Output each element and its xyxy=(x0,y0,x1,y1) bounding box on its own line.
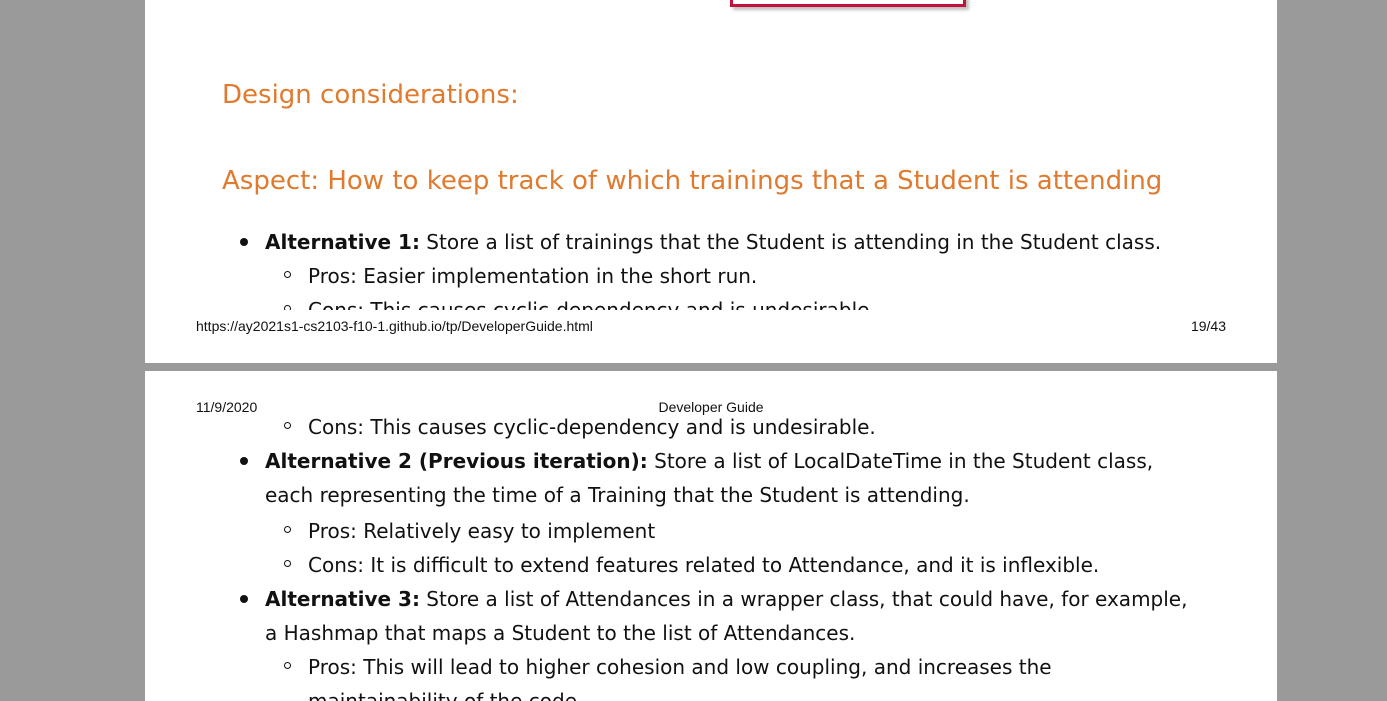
alternative-1-label: Alternative 1: xyxy=(265,230,420,254)
page-20-content: .nobullet::before{display:none;} Cons: T… xyxy=(145,371,1277,701)
alternative-1-sublist: Pros: Easier implementation in the short… xyxy=(265,259,1197,310)
page-19-content: Alternative 1: Store a list of trainings… xyxy=(145,225,1277,310)
diagram-figure-bottom xyxy=(730,0,966,7)
list-item-alternative-2: Alternative 2 (Previous iteration): Stor… xyxy=(145,444,1277,582)
alternative-1-pros: Pros: Easier implementation in the short… xyxy=(265,259,1197,293)
list-item-alternative-3: Alternative 3: Store a list of Attendanc… xyxy=(145,582,1277,701)
alternatives-list: Alternative 1: Store a list of trainings… xyxy=(145,225,1277,310)
list-item-alternative-1: Alternative 1: Store a list of trainings… xyxy=(145,225,1277,310)
alternative-1-cons-continued: Cons: This causes cyclic-dependency and … xyxy=(265,410,1197,444)
alternative-2-cons: Cons: It is difficult to extend features… xyxy=(265,548,1197,582)
design-considerations-heading: Design considerations: xyxy=(222,80,519,110)
alternative-3-sublist: Pros: This will lead to higher cohesion … xyxy=(265,650,1197,701)
footer-url: https://ay2021s1-cs2103-f10-1.github.io/… xyxy=(196,318,593,334)
alternative-1-sublist-continued: Cons: This causes cyclic-dependency and … xyxy=(265,410,1197,444)
list-item-alternative-1-continued: .nobullet::before{display:none;} Cons: T… xyxy=(145,410,1277,444)
alternative-1-cons: Cons: This causes cyclic-dependency and … xyxy=(265,293,1197,310)
alternatives-list-continued: .nobullet::before{display:none;} Cons: T… xyxy=(145,410,1277,701)
alternative-2-pros: Pros: Relatively easy to implement xyxy=(265,514,1197,548)
footer-page-number: 19/43 xyxy=(1190,318,1226,334)
aspect-heading: Aspect: How to keep track of which train… xyxy=(222,166,1163,196)
alternative-2-label: Alternative 2 (Previous iteration): xyxy=(265,449,648,473)
alternative-3-pros: Pros: This will lead to higher cohesion … xyxy=(265,650,1197,701)
alternative-2-sublist: Pros: Relatively easy to implement Cons:… xyxy=(265,514,1197,582)
header-title: Developer Guide xyxy=(658,399,764,415)
alternative-1-text: Store a list of trainings that the Stude… xyxy=(419,230,1162,254)
alternative-3-label: Alternative 3: xyxy=(265,587,420,611)
pdf-viewer: Design considerations: Aspect: How to ke… xyxy=(0,0,1387,701)
pdf-page-19: Design considerations: Aspect: How to ke… xyxy=(145,0,1277,363)
pdf-page-20: .nobullet::before{display:none;} Cons: T… xyxy=(145,371,1277,701)
